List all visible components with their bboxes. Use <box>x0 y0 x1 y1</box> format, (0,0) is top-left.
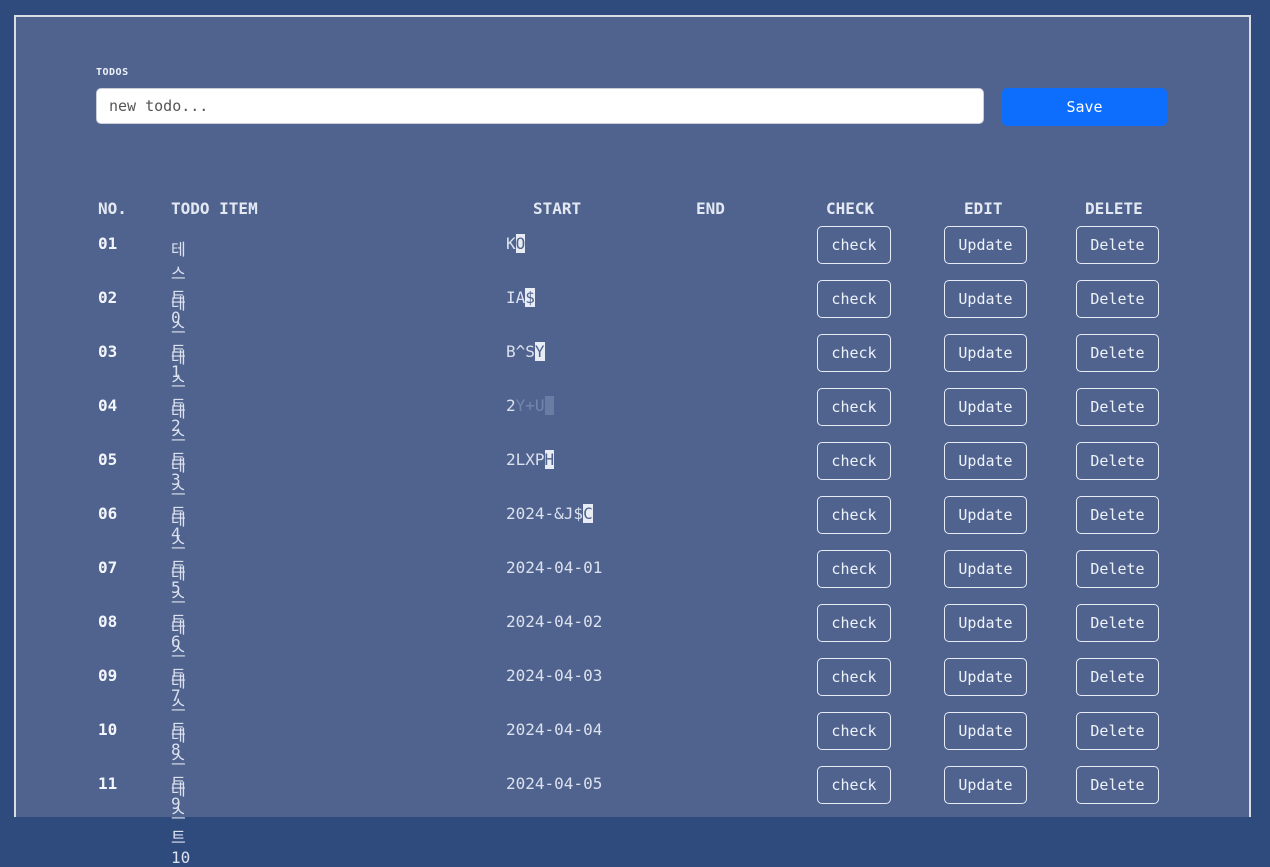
delete-button[interactable]: Delete <box>1076 550 1159 588</box>
start-date-text: K <box>506 234 516 253</box>
check-button[interactable]: check <box>817 658 891 696</box>
save-button[interactable]: Save <box>1002 88 1167 126</box>
typing-cursor: C <box>583 504 593 523</box>
start-date-text: 2LXP <box>506 450 545 469</box>
header-check: CHECK <box>826 199 875 218</box>
start-date-text: 2024-04-05 <box>506 774 603 793</box>
delete-button[interactable]: Delete <box>1076 712 1159 750</box>
update-button[interactable]: Update <box>944 658 1027 696</box>
start-date-pending: Y+U <box>515 396 545 415</box>
new-todo-input[interactable] <box>96 88 984 124</box>
update-button[interactable]: Update <box>944 280 1027 318</box>
row-number: 10 <box>98 720 118 739</box>
delete-button[interactable]: Delete <box>1076 226 1159 264</box>
start-date: 2024-04-03 <box>506 666 602 685</box>
typing-cursor: $ <box>525 288 535 307</box>
update-button[interactable]: Update <box>944 442 1027 480</box>
row-number: 03 <box>98 342 118 361</box>
todo-panel: TODOS Save NO. TODO ITEM START END CHECK… <box>14 15 1251 867</box>
start-date-text: 2024-04-04 <box>506 720 603 739</box>
start-date: 2024-04-04 <box>506 720 602 739</box>
start-date: 2024-&J$C <box>506 504 593 523</box>
header-start: START <box>533 199 582 218</box>
start-date: KO <box>506 234 526 253</box>
start-date-text: 2 <box>506 396 516 415</box>
start-date-text: 2024-04-01 <box>506 558 603 577</box>
start-date: 2024-04-05 <box>506 774 602 793</box>
update-button[interactable]: Update <box>944 604 1027 642</box>
delete-button[interactable]: Delete <box>1076 766 1159 804</box>
delete-button[interactable]: Delete <box>1076 604 1159 642</box>
row-number: 02 <box>98 288 118 307</box>
check-button[interactable]: check <box>817 226 891 264</box>
row-number: 07 <box>98 558 118 577</box>
delete-button[interactable]: Delete <box>1076 334 1159 372</box>
check-button[interactable]: check <box>817 388 891 426</box>
update-button[interactable]: Update <box>944 766 1027 804</box>
check-button[interactable]: check <box>817 712 891 750</box>
header-todo-item: TODO ITEM <box>171 199 258 218</box>
start-date: 2024-04-02 <box>506 612 602 631</box>
delete-button[interactable]: Delete <box>1076 442 1159 480</box>
section-label: TODOS <box>96 67 129 78</box>
update-button[interactable]: Update <box>944 388 1027 426</box>
row-number: 04 <box>98 396 118 415</box>
start-date-text: 2024-04-03 <box>506 666 603 685</box>
check-button[interactable]: check <box>817 550 891 588</box>
todo-item-text: 테스트10 <box>171 780 191 867</box>
start-date: B^SY <box>506 342 545 361</box>
start-date-text: B^S <box>506 342 535 361</box>
header-end: END <box>696 199 725 218</box>
start-date-text: IA <box>506 288 526 307</box>
start-date: 2Y+U <box>506 396 555 415</box>
header-delete: DELETE <box>1085 199 1143 218</box>
row-number: 11 <box>98 774 118 793</box>
row-number: 09 <box>98 666 118 685</box>
row-number: 06 <box>98 504 118 523</box>
delete-button[interactable]: Delete <box>1076 388 1159 426</box>
start-date: 2LXPH <box>506 450 555 469</box>
header-no: NO. <box>98 199 127 218</box>
row-number: 05 <box>98 450 118 469</box>
start-date: 2024-04-01 <box>506 558 602 577</box>
check-button[interactable]: check <box>817 604 891 642</box>
check-button[interactable]: check <box>817 334 891 372</box>
update-button[interactable]: Update <box>944 226 1027 264</box>
delete-button[interactable]: Delete <box>1076 496 1159 534</box>
header-edit: EDIT <box>964 199 1003 218</box>
update-button[interactable]: Update <box>944 550 1027 588</box>
typing-cursor: H <box>544 450 555 469</box>
update-button[interactable]: Update <box>944 334 1027 372</box>
update-button[interactable]: Update <box>944 712 1027 750</box>
update-button[interactable]: Update <box>944 496 1027 534</box>
start-date: IA$ <box>506 288 535 307</box>
check-button[interactable]: check <box>817 280 891 318</box>
row-number: 01 <box>98 234 118 253</box>
delete-button[interactable]: Delete <box>1076 658 1159 696</box>
delete-button[interactable]: Delete <box>1076 280 1159 318</box>
start-date-text: 2024-&J$ <box>506 504 584 523</box>
typing-cursor: O <box>515 234 526 253</box>
check-button[interactable]: check <box>817 766 891 804</box>
row-number: 08 <box>98 612 118 631</box>
typing-cursor <box>544 396 555 415</box>
typing-cursor: Y <box>534 342 545 361</box>
start-date-text: 2024-04-02 <box>506 612 603 631</box>
check-button[interactable]: check <box>817 442 891 480</box>
check-button[interactable]: check <box>817 496 891 534</box>
